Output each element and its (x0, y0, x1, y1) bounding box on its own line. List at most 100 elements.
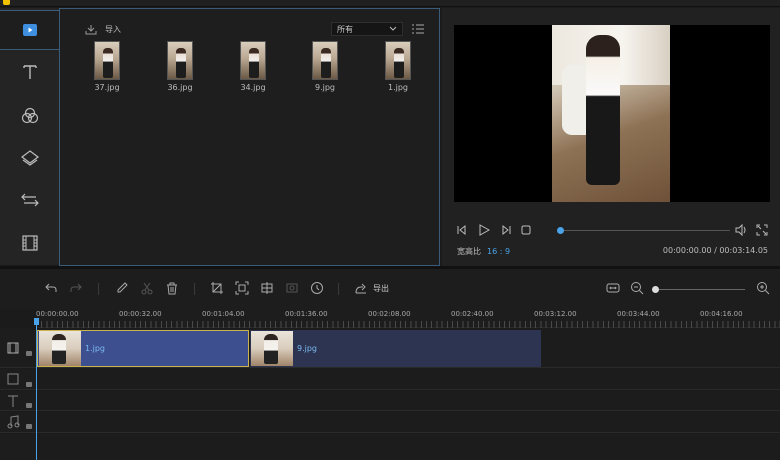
overlay-track-icon (7, 373, 19, 385)
audio-track[interactable] (36, 412, 780, 433)
video-track-header (0, 328, 36, 368)
media-item[interactable]: 37.jpg (87, 41, 127, 92)
lock-icon[interactable] (26, 382, 32, 387)
timeline-ruler[interactable]: 00:00:00.00 00:00:32.00 00:01:04.00 00:0… (36, 309, 780, 328)
preview-frame-image (552, 25, 670, 202)
rail-film-button[interactable] (0, 223, 59, 263)
redo-button[interactable] (69, 281, 83, 297)
zoom-out-icon (631, 282, 644, 295)
crop-button[interactable] (210, 281, 224, 297)
crop-icon (211, 282, 223, 294)
overlay-track-header (0, 369, 36, 390)
media-thumbnail (240, 41, 266, 80)
playback-scrubber[interactable] (560, 230, 730, 231)
lock-icon[interactable] (26, 424, 32, 429)
edit-button[interactable] (115, 281, 129, 297)
toolbar-divider (338, 283, 339, 295)
ruler-label: 00:00:32.00 (119, 310, 162, 318)
import-button[interactable]: 导入 (85, 24, 121, 35)
freeze-icon (286, 283, 298, 293)
playback-controls (456, 222, 768, 238)
ruler-label: 00:03:12.00 (534, 310, 577, 318)
ruler-label: 00:04:16.00 (700, 310, 743, 318)
zoom-in-button[interactable] (756, 281, 770, 297)
timeline-clip[interactable]: 1.jpg (37, 330, 249, 367)
ruler-label: 00:03:44.00 (617, 310, 660, 318)
media-filter-select[interactable]: 所有 (331, 22, 403, 36)
rail-filter-button[interactable] (0, 96, 59, 136)
playhead[interactable] (36, 318, 37, 460)
overlay-track[interactable] (36, 369, 780, 390)
media-item[interactable]: 36.jpg (160, 41, 200, 92)
redo-icon (70, 283, 82, 292)
preview-timecode: 00:00:00.00 / 00:03:14.05 (662, 246, 768, 255)
stop-icon[interactable] (520, 224, 532, 236)
toolbar-divider (98, 283, 99, 295)
pencil-icon (117, 282, 128, 293)
list-view-icon[interactable] (412, 24, 424, 34)
audio-track-header (0, 412, 36, 433)
aspect-ratio-value: 16 : 9 (487, 247, 511, 256)
media-library-panel: 导入 所有 37.jpg 36.jpg 34.jpg 9.jpg 1.jpg (59, 8, 440, 266)
media-item[interactable]: 34.jpg (233, 41, 273, 92)
zoom-slider-handle[interactable] (652, 286, 659, 293)
text-track-icon (8, 395, 18, 407)
clip-thumbnail (39, 331, 81, 366)
volume-icon[interactable] (734, 224, 748, 236)
scrubber-handle[interactable] (557, 227, 564, 234)
zoom-frame-button[interactable] (235, 281, 249, 297)
rail-text-button[interactable] (0, 52, 59, 92)
timeline-clip[interactable]: 9.jpg (250, 330, 541, 367)
ruler-label: 00:01:36.00 (285, 310, 328, 318)
clip-thumbnail (251, 331, 293, 366)
music-icon (7, 415, 20, 429)
duration-button[interactable] (310, 281, 324, 297)
lock-icon[interactable] (26, 351, 32, 356)
media-item-label: 1.jpg (387, 83, 408, 92)
rail-transition-button[interactable] (0, 180, 59, 220)
fit-width-icon (606, 283, 620, 293)
clip-label: 9.jpg (297, 344, 318, 353)
media-item-label: 9.jpg (314, 83, 335, 92)
media-item-label: 34.jpg (240, 83, 266, 92)
split-button[interactable] (140, 281, 154, 297)
next-frame-icon[interactable] (500, 224, 512, 236)
lock-icon[interactable] (26, 403, 32, 408)
export-label: 导出 (373, 284, 389, 293)
undo-button[interactable] (44, 281, 58, 297)
media-thumbnail (312, 41, 338, 80)
media-item[interactable]: 9.jpg (305, 41, 345, 92)
prev-frame-icon[interactable] (456, 224, 468, 236)
tool-rail (0, 8, 59, 265)
clip-label: 1.jpg (85, 344, 106, 353)
fullscreen-icon[interactable] (756, 224, 768, 236)
export-button[interactable] (354, 281, 368, 297)
aspect-ratio-label: 宽高比 (457, 247, 481, 256)
text-track[interactable] (36, 391, 780, 411)
preview-panel: 宽高比 16 : 9 00:00:00.00 / 00:03:14.05 (442, 8, 780, 266)
fit-timeline-button[interactable] (606, 281, 620, 297)
import-icon (85, 25, 97, 35)
delete-button[interactable] (165, 281, 179, 297)
rail-media-button[interactable] (0, 10, 59, 50)
toolbar-divider (194, 283, 195, 295)
timeline-zoom-slider[interactable] (655, 289, 745, 290)
media-item[interactable]: 1.jpg (378, 41, 418, 92)
ruler-ticks (36, 321, 780, 328)
ruler-label: 00:00:00.00 (36, 310, 79, 318)
play-icon[interactable] (478, 224, 490, 236)
filter-icon (21, 107, 38, 124)
zoom-out-button[interactable] (630, 281, 644, 297)
export-icon (355, 283, 366, 294)
freeze-button[interactable] (285, 281, 299, 297)
text-track-header (0, 391, 36, 411)
video-track-icon (7, 342, 19, 354)
clock-icon (311, 282, 323, 294)
aspect-ratio-control[interactable]: 宽高比 16 : 9 (457, 246, 510, 257)
ruler-label: 00:01:04.00 (202, 310, 245, 318)
empty-track-area[interactable] (36, 434, 780, 460)
rail-overlay-button[interactable] (0, 138, 59, 178)
film-icon (21, 235, 38, 251)
import-label: 导入 (105, 25, 121, 34)
mosaic-button[interactable] (260, 281, 274, 297)
